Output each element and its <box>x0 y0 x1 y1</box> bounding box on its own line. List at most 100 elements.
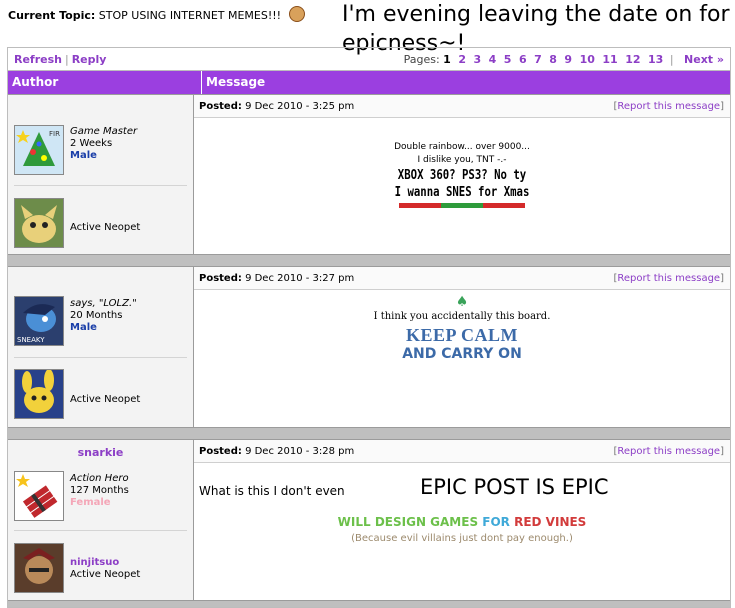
user-gender: Female <box>70 497 111 508</box>
signature-caption: (Because evil villains just dont pay eno… <box>351 533 573 544</box>
user-title: says, "LOLZ." <box>70 298 137 309</box>
next-page-link[interactable]: Next » <box>684 53 724 66</box>
page-link[interactable]: 4 <box>489 53 497 66</box>
spade-icon: ♠ <box>455 294 469 310</box>
post: FIR Game Master 2 Weeks Male Active Neop… <box>8 94 730 254</box>
pet-avatar[interactable] <box>14 543 64 593</box>
posted-date: 9 Dec 2010 - 3:25 pm <box>245 100 355 112</box>
sneaky-avatar-icon: SNEAKY <box>15 297 63 345</box>
avatar-tag: SNEAKY <box>17 336 45 344</box>
svg-text:FIR: FIR <box>49 130 60 138</box>
user-gender: Male <box>70 322 97 333</box>
dynamite-avatar-icon <box>15 472 63 520</box>
design-word: WILL DESIGN GAMES <box>337 515 479 529</box>
page-link[interactable]: 6 <box>519 53 527 66</box>
post-separator <box>8 427 730 439</box>
user-info: Game Master 2 Weeks Male <box>70 126 137 162</box>
signature-epic: EPIC POST IS EPIC <box>420 475 609 499</box>
neopet-face-icon <box>288 6 305 22</box>
refresh-link[interactable]: Refresh <box>14 53 62 66</box>
xmas-tree-avatar-icon: FIR <box>15 126 63 174</box>
avatar[interactable]: FIR <box>14 125 64 175</box>
user-tenure: 2 Weeks <box>70 138 113 149</box>
signature-design: WILL DESIGN GAMES FOR RED VINES <box>194 515 730 529</box>
pet-avatar[interactable] <box>14 369 64 419</box>
page-link[interactable]: 11 <box>602 53 617 66</box>
divider <box>14 357 187 358</box>
message-board: Refresh | Reply Pages: 1 2 3 4 5 6 7 8 9 1… <box>7 47 731 608</box>
message-column-header: Message <box>206 75 266 89</box>
signature-line: Double rainbow... over 9000... <box>394 142 530 152</box>
page-link[interactable]: 5 <box>504 53 512 66</box>
posted-label: Posted: <box>199 272 242 284</box>
posted-date: 9 Dec 2010 - 3:27 pm <box>245 272 355 284</box>
message-cell: Posted: 9 Dec 2010 - 3:25 pm [Report thi… <box>194 95 730 254</box>
user-title: Game Master <box>70 126 138 137</box>
signature-line: AND CARRY ON <box>402 346 522 362</box>
pet-label: Active Neopet <box>70 394 141 405</box>
reply-link[interactable]: Reply <box>72 53 107 66</box>
user-info: Action Hero 127 Months Female <box>70 473 129 509</box>
pet-name[interactable]: ninjitsuo <box>70 557 119 568</box>
topic-title: STOP USING INTERNET MEMES!!! <box>98 9 282 22</box>
page-link[interactable]: 2 <box>458 53 466 66</box>
pages-label: Pages: <box>403 52 440 66</box>
divider <box>14 185 187 186</box>
post-header: Posted: 9 Dec 2010 - 3:28 pm [Report thi… <box>194 440 730 463</box>
page-link[interactable]: 9 <box>564 53 572 66</box>
posted-date: 9 Dec 2010 - 3:28 pm <box>245 445 355 457</box>
pet-info: ninjitsuo Active Neopet <box>70 557 140 581</box>
posted-label: Posted: <box>199 445 242 457</box>
user-title: Action Hero <box>70 473 129 484</box>
message-cell: Posted: 9 Dec 2010 - 3:28 pm [Report thi… <box>194 440 730 600</box>
report-message-link[interactable]: Report this message <box>617 273 720 284</box>
column-header: Author Message <box>8 71 730 94</box>
post: SNEAKY says, "LOLZ." 20 Months Male Acti… <box>8 266 730 427</box>
board-toolbar: Refresh | Reply Pages: 1 2 3 4 5 6 7 8 9 1… <box>8 48 730 71</box>
current-topic: Current Topic: STOP USING INTERNET MEMES… <box>8 6 305 22</box>
pet-image-icon <box>15 369 63 418</box>
pet-label: Active Neopet <box>70 222 141 233</box>
post-header: Posted: 9 Dec 2010 - 3:25 pm [Report thi… <box>194 95 730 118</box>
report-message-link[interactable]: Report this message <box>617 446 720 457</box>
current-page: 1 <box>443 52 451 66</box>
post-header: Posted: 9 Dec 2010 - 3:27 pm [Report thi… <box>194 267 730 290</box>
signature-line: KEEP CALM <box>405 325 518 345</box>
pet-avatar[interactable] <box>14 198 64 248</box>
report-message-link[interactable]: Report this message <box>617 101 720 112</box>
pagination: Pages: 1 2 3 4 5 6 7 8 9 10 11 12 13 | N… <box>403 52 724 66</box>
username[interactable]: snarkie <box>8 446 193 459</box>
author-column-header: Author <box>8 71 202 94</box>
signature: ♠ I think you accidentally this board. K… <box>194 294 730 362</box>
signature: Double rainbow... over 9000... I dislike… <box>194 141 730 208</box>
message-cell: Posted: 9 Dec 2010 - 3:27 pm [Report thi… <box>194 267 730 427</box>
signature-line: I dislike you, TNT -.- <box>417 155 507 165</box>
page-link[interactable]: 13 <box>648 53 663 66</box>
pet-image-icon <box>15 544 63 592</box>
author-cell: SNEAKY says, "LOLZ." 20 Months Male Acti… <box>8 267 194 427</box>
page-link[interactable]: 10 <box>580 53 595 66</box>
color-bar <box>399 203 525 208</box>
user-tenure: 127 Months <box>70 485 129 496</box>
pet-image-icon <box>15 199 63 247</box>
design-word: FOR <box>482 515 510 529</box>
pet-label: Active Neopet <box>70 569 141 580</box>
divider <box>14 530 187 531</box>
user-gender: Male <box>70 150 97 161</box>
avatar[interactable] <box>14 471 64 521</box>
message-text: What is this I don't even <box>199 484 345 498</box>
author-cell: FIR Game Master 2 Weeks Male Active Neop… <box>8 95 194 254</box>
user-tenure: 20 Months <box>70 310 123 321</box>
avatar[interactable]: SNEAKY <box>14 296 64 346</box>
page-link[interactable]: 3 <box>473 53 481 66</box>
posted-label: Posted: <box>199 100 242 112</box>
user-info: says, "LOLZ." 20 Months Male <box>70 298 137 334</box>
author-cell: snarkie Action Hero 127 Months Female ni… <box>8 440 194 600</box>
post: snarkie Action Hero 127 Months Female ni… <box>8 439 730 600</box>
page-link[interactable]: 7 <box>534 53 542 66</box>
signature-line: I think you accidentally this board. <box>373 311 551 322</box>
post-separator <box>8 254 730 266</box>
page-link[interactable]: 8 <box>549 53 557 66</box>
topic-label: Current Topic: <box>8 9 96 22</box>
page-link[interactable]: 12 <box>625 53 640 66</box>
